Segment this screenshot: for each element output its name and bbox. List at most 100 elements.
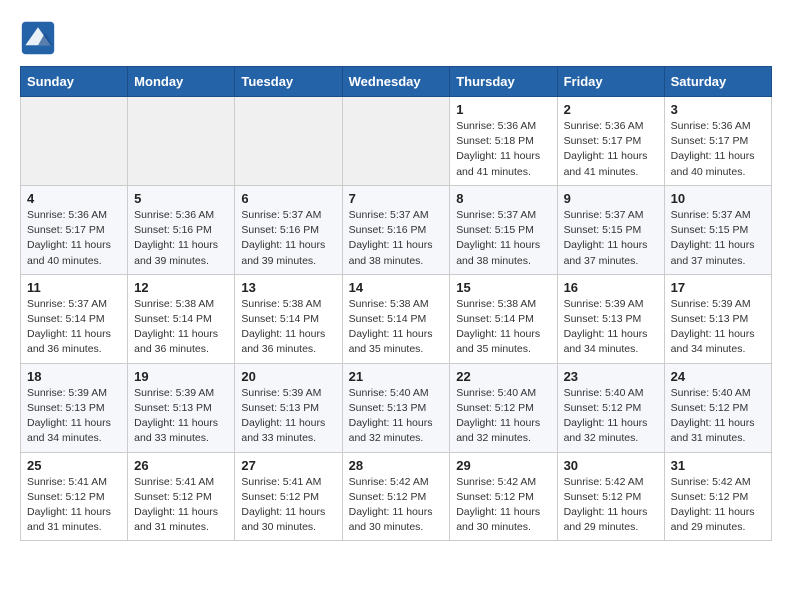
page-header	[20, 20, 772, 56]
calendar-day-cell: 24 Sunrise: 5:40 AM Sunset: 5:12 PM Dayli…	[664, 363, 771, 452]
calendar-day-cell: 30 Sunrise: 5:42 AM Sunset: 5:12 PM Dayli…	[557, 452, 664, 541]
day-info: Sunrise: 5:41 AM Sunset: 5:12 PM Dayligh…	[241, 475, 335, 536]
day-number: 17	[671, 280, 765, 295]
day-number: 12	[134, 280, 228, 295]
calendar-day-cell: 11 Sunrise: 5:37 AM Sunset: 5:14 PM Dayli…	[21, 274, 128, 363]
calendar-day-cell: 9 Sunrise: 5:37 AM Sunset: 5:15 PM Daylig…	[557, 185, 664, 274]
calendar-week-row: 1 Sunrise: 5:36 AM Sunset: 5:18 PM Daylig…	[21, 97, 772, 186]
calendar-week-row: 11 Sunrise: 5:37 AM Sunset: 5:14 PM Dayli…	[21, 274, 772, 363]
day-of-week-header: Sunday	[21, 67, 128, 97]
day-number: 1	[456, 102, 550, 117]
day-number: 7	[349, 191, 444, 206]
day-info: Sunrise: 5:42 AM Sunset: 5:12 PM Dayligh…	[671, 475, 765, 536]
day-info: Sunrise: 5:37 AM Sunset: 5:15 PM Dayligh…	[671, 208, 765, 269]
calendar-day-cell: 15 Sunrise: 5:38 AM Sunset: 5:14 PM Dayli…	[450, 274, 557, 363]
day-number: 25	[27, 458, 121, 473]
day-info: Sunrise: 5:40 AM Sunset: 5:12 PM Dayligh…	[564, 386, 658, 447]
calendar-day-cell: 19 Sunrise: 5:39 AM Sunset: 5:13 PM Dayli…	[128, 363, 235, 452]
calendar-day-cell	[342, 97, 450, 186]
calendar-day-cell: 8 Sunrise: 5:37 AM Sunset: 5:15 PM Daylig…	[450, 185, 557, 274]
header-row: SundayMondayTuesdayWednesdayThursdayFrid…	[21, 67, 772, 97]
day-number: 24	[671, 369, 765, 384]
day-info: Sunrise: 5:39 AM Sunset: 5:13 PM Dayligh…	[671, 297, 765, 358]
day-info: Sunrise: 5:36 AM Sunset: 5:17 PM Dayligh…	[564, 119, 658, 180]
calendar-day-cell: 10 Sunrise: 5:37 AM Sunset: 5:15 PM Dayli…	[664, 185, 771, 274]
day-number: 22	[456, 369, 550, 384]
calendar-day-cell: 28 Sunrise: 5:42 AM Sunset: 5:12 PM Dayli…	[342, 452, 450, 541]
day-info: Sunrise: 5:41 AM Sunset: 5:12 PM Dayligh…	[27, 475, 121, 536]
calendar-day-cell: 26 Sunrise: 5:41 AM Sunset: 5:12 PM Dayli…	[128, 452, 235, 541]
day-number: 10	[671, 191, 765, 206]
day-info: Sunrise: 5:37 AM Sunset: 5:16 PM Dayligh…	[241, 208, 335, 269]
day-number: 31	[671, 458, 765, 473]
day-info: Sunrise: 5:36 AM Sunset: 5:18 PM Dayligh…	[456, 119, 550, 180]
day-number: 13	[241, 280, 335, 295]
day-number: 3	[671, 102, 765, 117]
day-number: 29	[456, 458, 550, 473]
day-number: 6	[241, 191, 335, 206]
day-number: 30	[564, 458, 658, 473]
day-number: 28	[349, 458, 444, 473]
day-number: 15	[456, 280, 550, 295]
day-number: 18	[27, 369, 121, 384]
day-info: Sunrise: 5:37 AM Sunset: 5:16 PM Dayligh…	[349, 208, 444, 269]
day-of-week-header: Saturday	[664, 67, 771, 97]
calendar-day-cell: 13 Sunrise: 5:38 AM Sunset: 5:14 PM Dayli…	[235, 274, 342, 363]
day-info: Sunrise: 5:39 AM Sunset: 5:13 PM Dayligh…	[564, 297, 658, 358]
day-number: 5	[134, 191, 228, 206]
calendar-day-cell: 27 Sunrise: 5:41 AM Sunset: 5:12 PM Dayli…	[235, 452, 342, 541]
day-info: Sunrise: 5:36 AM Sunset: 5:17 PM Dayligh…	[27, 208, 121, 269]
calendar-day-cell: 18 Sunrise: 5:39 AM Sunset: 5:13 PM Dayli…	[21, 363, 128, 452]
calendar-day-cell: 5 Sunrise: 5:36 AM Sunset: 5:16 PM Daylig…	[128, 185, 235, 274]
calendar-day-cell: 1 Sunrise: 5:36 AM Sunset: 5:18 PM Daylig…	[450, 97, 557, 186]
day-info: Sunrise: 5:38 AM Sunset: 5:14 PM Dayligh…	[134, 297, 228, 358]
day-number: 27	[241, 458, 335, 473]
calendar-day-cell: 31 Sunrise: 5:42 AM Sunset: 5:12 PM Dayli…	[664, 452, 771, 541]
day-number: 20	[241, 369, 335, 384]
day-of-week-header: Wednesday	[342, 67, 450, 97]
calendar-day-cell: 20 Sunrise: 5:39 AM Sunset: 5:13 PM Dayli…	[235, 363, 342, 452]
day-info: Sunrise: 5:39 AM Sunset: 5:13 PM Dayligh…	[241, 386, 335, 447]
logo	[20, 20, 62, 56]
calendar-week-row: 25 Sunrise: 5:41 AM Sunset: 5:12 PM Dayli…	[21, 452, 772, 541]
day-info: Sunrise: 5:42 AM Sunset: 5:12 PM Dayligh…	[564, 475, 658, 536]
day-number: 21	[349, 369, 444, 384]
day-info: Sunrise: 5:40 AM Sunset: 5:12 PM Dayligh…	[671, 386, 765, 447]
day-info: Sunrise: 5:37 AM Sunset: 5:14 PM Dayligh…	[27, 297, 121, 358]
day-number: 8	[456, 191, 550, 206]
day-info: Sunrise: 5:41 AM Sunset: 5:12 PM Dayligh…	[134, 475, 228, 536]
calendar-day-cell: 29Sunrise: 5:42 AM Sunset: 5:12 PM Dayli…	[450, 452, 557, 541]
calendar-day-cell: 4 Sunrise: 5:36 AM Sunset: 5:17 PM Daylig…	[21, 185, 128, 274]
day-info: Sunrise: 5:38 AM Sunset: 5:14 PM Dayligh…	[456, 297, 550, 358]
calendar-week-row: 4 Sunrise: 5:36 AM Sunset: 5:17 PM Daylig…	[21, 185, 772, 274]
day-info: Sunrise: 5:40 AM Sunset: 5:13 PM Dayligh…	[349, 386, 444, 447]
day-number: 9	[564, 191, 658, 206]
day-info: Sunrise: 5:37 AM Sunset: 5:15 PM Dayligh…	[456, 208, 550, 269]
calendar-day-cell: 6 Sunrise: 5:37 AM Sunset: 5:16 PM Daylig…	[235, 185, 342, 274]
calendar-day-cell	[235, 97, 342, 186]
day-info: Sunrise: 5:42 AM Sunset: 5:12 PM Dayligh…	[349, 475, 444, 536]
calendar-day-cell: 23 Sunrise: 5:40 AM Sunset: 5:12 PM Dayli…	[557, 363, 664, 452]
day-info: Sunrise: 5:36 AM Sunset: 5:17 PM Dayligh…	[671, 119, 765, 180]
day-number: 11	[27, 280, 121, 295]
calendar-day-cell: 22Sunrise: 5:40 AM Sunset: 5:12 PM Dayli…	[450, 363, 557, 452]
day-info: Sunrise: 5:39 AM Sunset: 5:13 PM Dayligh…	[27, 386, 121, 447]
calendar-day-cell: 14Sunrise: 5:38 AM Sunset: 5:14 PM Dayli…	[342, 274, 450, 363]
day-of-week-header: Monday	[128, 67, 235, 97]
day-of-week-header: Tuesday	[235, 67, 342, 97]
day-info: Sunrise: 5:36 AM Sunset: 5:16 PM Dayligh…	[134, 208, 228, 269]
day-number: 23	[564, 369, 658, 384]
calendar-day-cell	[128, 97, 235, 186]
day-info: Sunrise: 5:38 AM Sunset: 5:14 PM Dayligh…	[241, 297, 335, 358]
day-number: 19	[134, 369, 228, 384]
day-info: Sunrise: 5:37 AM Sunset: 5:15 PM Dayligh…	[564, 208, 658, 269]
day-info: Sunrise: 5:39 AM Sunset: 5:13 PM Dayligh…	[134, 386, 228, 447]
day-of-week-header: Thursday	[450, 67, 557, 97]
day-number: 26	[134, 458, 228, 473]
day-number: 4	[27, 191, 121, 206]
day-number: 2	[564, 102, 658, 117]
calendar-day-cell: 12 Sunrise: 5:38 AM Sunset: 5:14 PM Dayli…	[128, 274, 235, 363]
calendar-day-cell: 25 Sunrise: 5:41 AM Sunset: 5:12 PM Dayli…	[21, 452, 128, 541]
calendar-day-cell	[21, 97, 128, 186]
calendar-week-row: 18 Sunrise: 5:39 AM Sunset: 5:13 PM Dayli…	[21, 363, 772, 452]
